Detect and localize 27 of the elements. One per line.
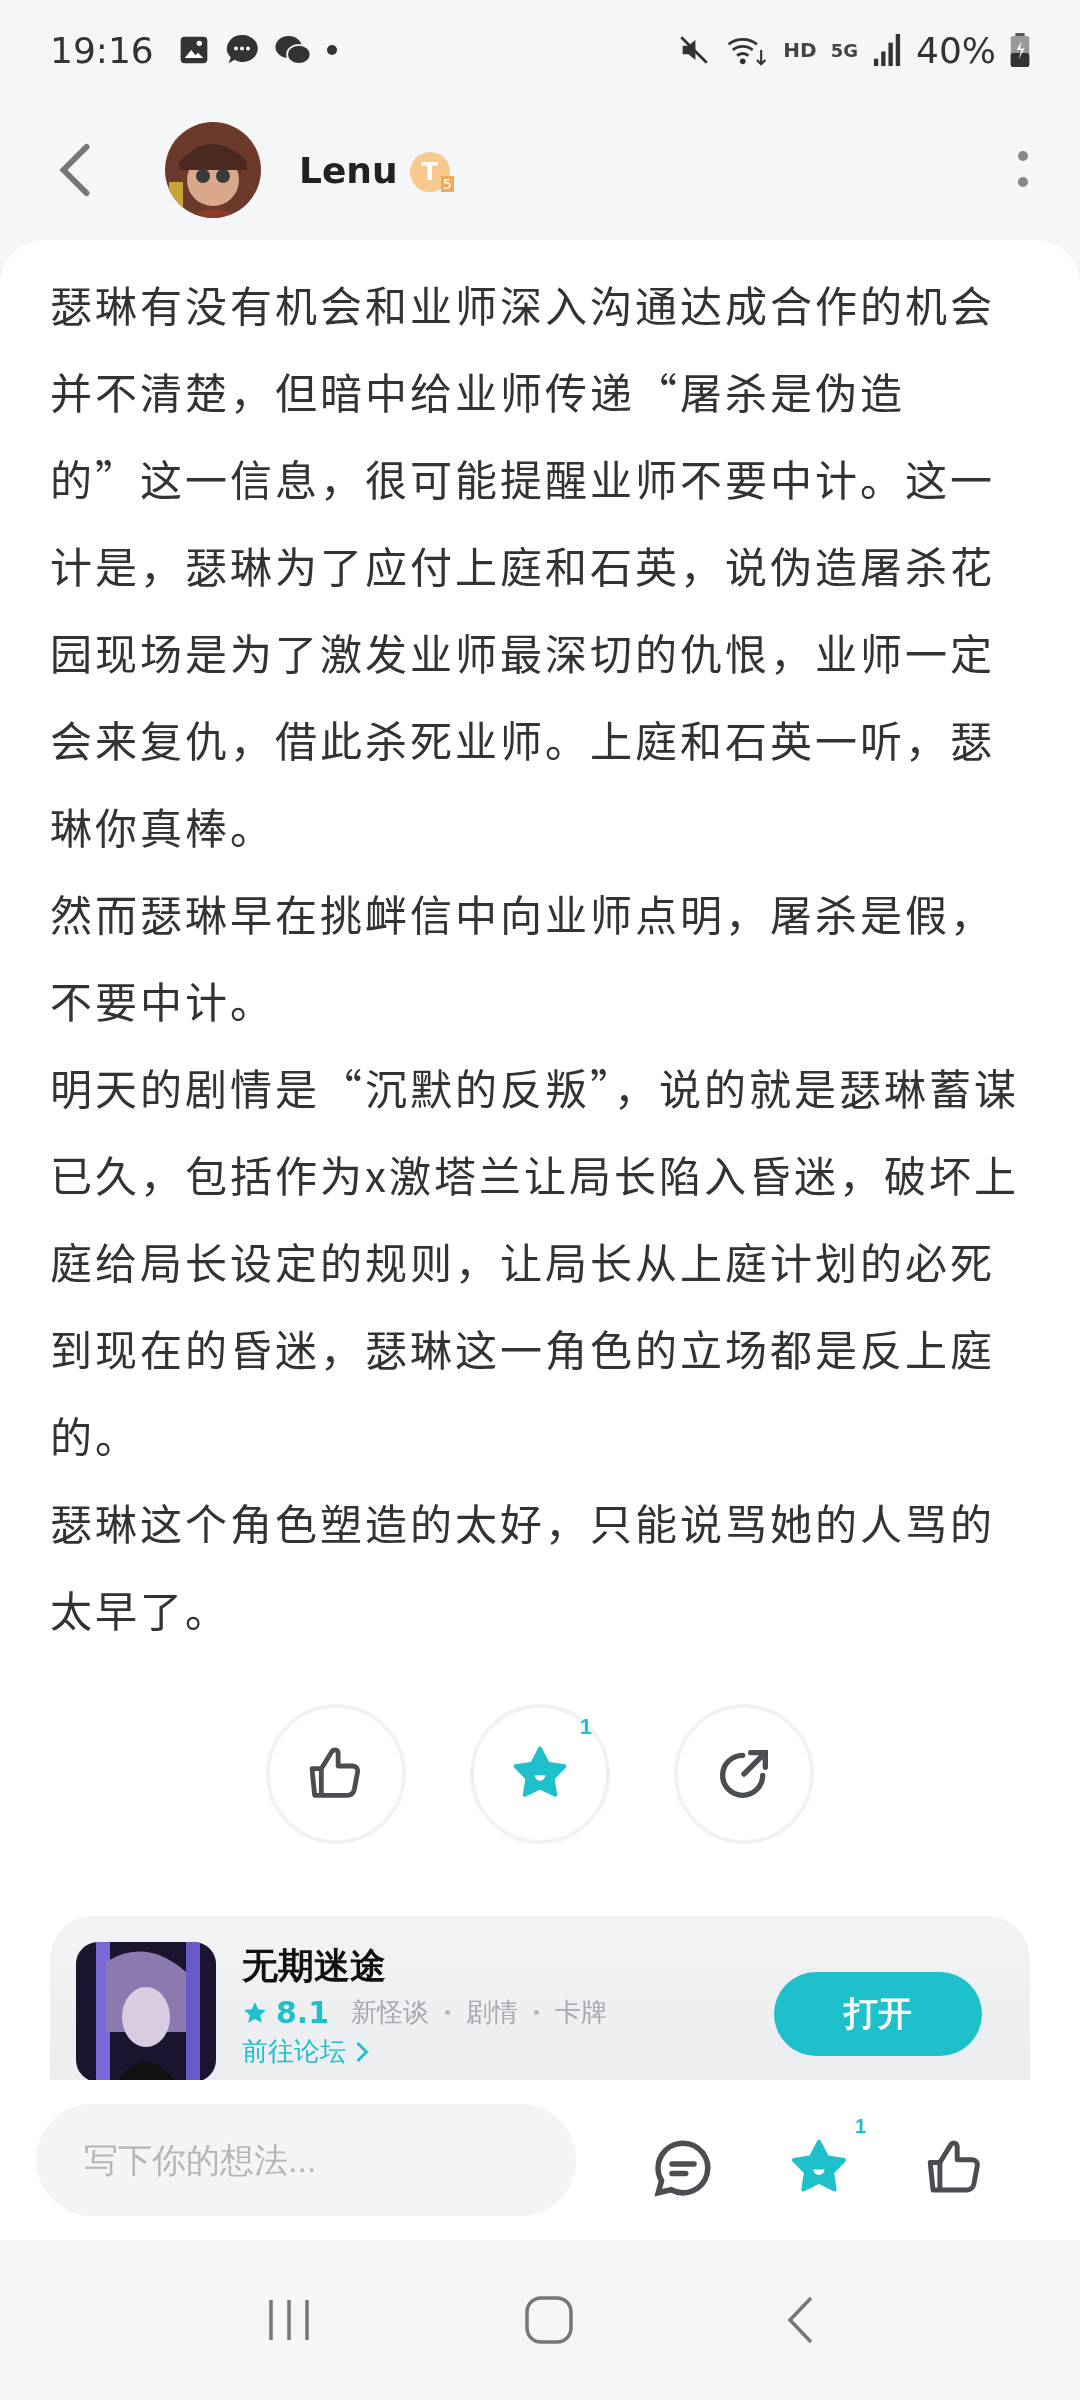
- forum-link[interactable]: 前往论坛: [242, 2034, 748, 2069]
- game-rating: 8.1: [276, 1995, 330, 2030]
- collect-button[interactable]: 1: [782, 2115, 866, 2205]
- post-paragraph: 瑟琳这个角色塑造的太好，只能说骂她的人骂的太早了。: [50, 1490, 996, 1641]
- collect-button[interactable]: 1: [470, 1704, 610, 1844]
- game-card[interactable]: 无期迷途 8.1 新怪谈 剧情 卡牌 前往论坛 打开: [50, 1916, 1030, 2080]
- open-button[interactable]: 打开: [774, 1972, 982, 2056]
- count-label: 1: [854, 2115, 866, 2137]
- game-tag: 剧情: [466, 1995, 519, 2030]
- signal-icon: [872, 34, 902, 66]
- network-type: 5G: [830, 39, 858, 61]
- chevron-right-icon: [354, 2039, 370, 2064]
- game-tag: 新怪谈: [351, 1995, 430, 2030]
- dot-icon: [325, 44, 338, 56]
- count-label: 1: [579, 1714, 592, 1740]
- hd-indicator: HD: [783, 38, 817, 62]
- battery-percent: 40%: [916, 29, 996, 71]
- status-time: 19:16: [50, 29, 154, 71]
- post-paragraph: 然而瑟琳早在挑衅信中向业师点明，屠杀是假，不要中计。: [50, 881, 996, 1032]
- home-button[interactable]: [524, 2295, 574, 2345]
- post-paragraph: 瑟琳有没有机会和业师深入沟通达成合作的机会并不清楚，但暗中给业师传递“屠杀是伪造的”这一信息，很可能提醒业师不要中计。这一计是，瑟琳为了应付上庭和石英，说伪造屠杀花园现场是为了激发业师最深切的仇恨，业师一定会来复仇，借此杀死业师。上庭和石英一听，瑟琳你真棒。: [50, 272, 996, 858]
- post-paragraph: 明天的剧情是“沉默的反叛”，说的就是瑟琳蓄谋已久，包括作为x激塔兰让局长陷入昏迷，破坏上庭给局长设定的规则，让局长从上庭计划的必死到现在的昏迷，瑟琳这一角色的立场都是反上庭的。: [50, 1055, 1020, 1467]
- game-tag: 卡牌: [555, 1995, 608, 2030]
- game-name: 无期迷途: [242, 1944, 387, 1988]
- battery-icon: [1010, 33, 1030, 67]
- author-name[interactable]: Lenu: [299, 149, 398, 191]
- comment-input[interactable]: 写下你的想法...: [36, 2104, 576, 2216]
